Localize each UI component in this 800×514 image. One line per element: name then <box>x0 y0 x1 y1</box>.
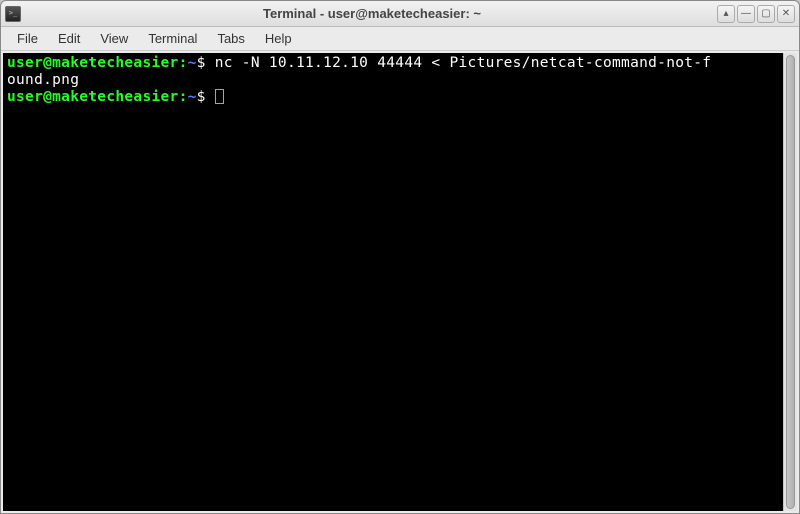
prompt-dollar: $ <box>197 55 215 71</box>
scrollbar-thumb[interactable] <box>786 55 795 509</box>
terminal-icon <box>5 6 21 22</box>
menu-help[interactable]: Help <box>255 28 302 49</box>
window-title: Terminal - user@maketecheasier: ~ <box>27 6 717 21</box>
terminal-output[interactable]: user@maketecheasier:~$ nc -N 10.11.12.10… <box>3 53 783 511</box>
menu-view[interactable]: View <box>90 28 138 49</box>
menubar: File Edit View Terminal Tabs Help <box>1 27 799 51</box>
scrollbar[interactable] <box>783 53 797 511</box>
close-button[interactable]: ✕ <box>777 5 795 23</box>
menu-tabs[interactable]: Tabs <box>207 28 254 49</box>
command-line-2: ound.png <box>7 72 79 88</box>
titlebar[interactable]: Terminal - user@maketecheasier: ~ ▴ — ▢ … <box>1 1 799 27</box>
menu-terminal[interactable]: Terminal <box>138 28 207 49</box>
prompt-dollar-2: $ <box>197 89 215 105</box>
shade-button[interactable]: ▴ <box>717 5 735 23</box>
maximize-button[interactable]: ▢ <box>757 5 775 23</box>
prompt-at-2: @ <box>43 89 52 105</box>
terminal-window: Terminal - user@maketecheasier: ~ ▴ — ▢ … <box>0 0 800 514</box>
prompt-path: ~ <box>188 55 197 71</box>
prompt-colon: : <box>179 55 188 71</box>
command-line-1: nc -N 10.11.12.10 44444 < Pictures/netca… <box>215 55 712 71</box>
menu-edit[interactable]: Edit <box>48 28 90 49</box>
prompt-user-2: user <box>7 89 43 105</box>
cursor <box>215 89 224 104</box>
prompt-path-2: ~ <box>188 89 197 105</box>
menu-file[interactable]: File <box>7 28 48 49</box>
terminal-container: user@maketecheasier:~$ nc -N 10.11.12.10… <box>1 51 799 513</box>
prompt-host: maketecheasier <box>52 55 178 71</box>
prompt-colon-2: : <box>179 89 188 105</box>
prompt-user: user <box>7 55 43 71</box>
prompt-host-2: maketecheasier <box>52 89 178 105</box>
minimize-button[interactable]: — <box>737 5 755 23</box>
prompt-at: @ <box>43 55 52 71</box>
window-controls: ▴ — ▢ ✕ <box>717 5 795 23</box>
